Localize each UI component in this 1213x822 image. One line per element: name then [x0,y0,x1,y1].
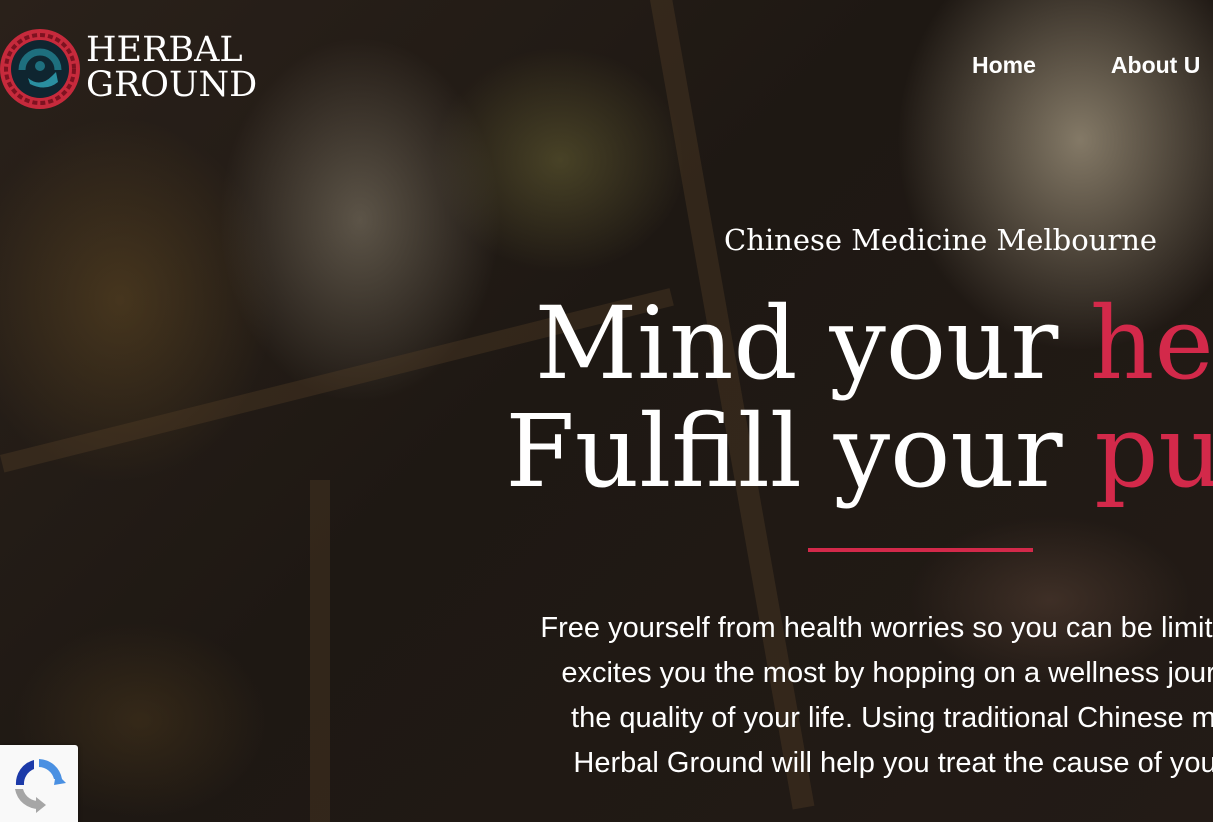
brand-name: HERBAL GROUND [86,33,257,103]
hero-subtitle: Chinese Medicine Melbourne [724,223,1158,257]
description-line: Herbal Ground will help you treat the ca… [573,747,1213,779]
brand-line-2: GROUND [86,65,258,105]
headline-text: Fulfill your [505,393,1095,510]
description-line: excites you the most by hopping on a wel… [561,657,1213,689]
hero-description: Free yourself from health worries so you… [0,606,1213,786]
main-nav: Home About U [972,52,1200,79]
hero-page: HERBAL GROUND Home About U Chinese Medic… [0,0,1213,822]
recaptcha-badge[interactable] [0,745,78,822]
headline-text: Mind your [534,285,1091,402]
accent-divider [808,548,1033,552]
brand-line-1: HERBAL [86,30,243,70]
herbal-ground-logo-icon [0,29,80,109]
recaptcha-icon [15,759,66,813]
hero-headline-line-1: Mind your heal [0,294,1213,394]
headline-accent: purp [1094,393,1213,510]
hero-headline-line-2: Fulfill your purp [0,402,1213,502]
logo-link[interactable]: HERBAL GROUND [0,26,257,110]
headline-accent: heal [1090,285,1213,402]
description-line: the quality of your life. Using traditio… [571,702,1213,734]
description-line: Free yourself from health worries so you… [540,612,1213,644]
nav-about[interactable]: About U [1111,52,1200,79]
nav-home[interactable]: Home [972,52,1036,79]
